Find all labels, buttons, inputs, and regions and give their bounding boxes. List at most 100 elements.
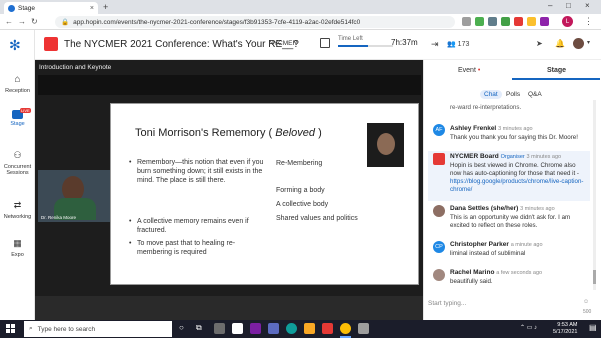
sidebar-item-label: Stage [10,121,25,127]
slide-bullet-text: Remembory—this notion that even if you b… [137,159,264,184]
message-time: a minute ago [510,242,543,248]
collapse-panel-icon[interactable]: ⇥ [431,39,439,50]
message-author: Rachel Marino a few seconds ago [450,269,542,276]
extension-icon[interactable] [462,17,471,26]
lock-icon: 🔒 [61,19,70,26]
taskbar-app-icon[interactable] [268,323,279,334]
stage-bottom-bar [35,296,423,320]
sidebar-item-label: Networking [3,214,32,220]
message-link[interactable]: https://blog.google/products/chrome/live… [450,178,583,193]
taskbar-app-icon[interactable] [232,323,243,334]
subtab-qa[interactable]: Q&A [528,91,542,98]
taskbar-clock[interactable]: 9:53 AM 5/17/2021 [553,322,577,336]
taskbar-app-icon[interactable] [214,323,225,334]
chrome-icon[interactable] [340,323,351,334]
message-text: This is an opportunity we didn't ask for… [450,214,571,229]
taskbar-app-icon[interactable] [322,323,333,334]
time-left-progress [338,45,369,47]
tab-stage[interactable]: Stage [547,67,566,74]
hopin-favicon-icon [8,4,15,12]
extension-icon[interactable] [527,17,536,26]
message-time: 3 minutes ago [526,154,562,160]
sidebar-item-reception[interactable]: ⌂ Reception [0,74,35,94]
chat-input[interactable]: Start typing... [428,300,578,307]
active-tab-indicator [512,78,600,80]
sidebar-item-expo[interactable]: ▦ Expo [0,238,35,258]
taskbar-search[interactable]: ⌕ Type here to search [24,321,172,337]
message-time: 3 minutes ago [498,126,533,132]
subtab-polls[interactable]: Polls [506,91,520,98]
message-time: 3 minutes ago [520,206,555,212]
author-name: Ashley Frenkel [450,125,497,132]
url-field[interactable]: 🔒 app.hopin.com/events/the-nycmer-2021-c… [55,16,455,28]
calendar-icon[interactable] [320,38,330,48]
sidebar-item-label: Concurrent Sessions [3,164,32,176]
avatar [433,153,445,165]
slide-bullet: • A collective memory remains even if fra… [129,218,249,234]
sidebar-item-concurrent-sessions[interactable]: ⚇ Concurrent Sessions [0,150,35,176]
organizer-name[interactable]: NYCMER [269,40,297,47]
maximize-icon[interactable]: □ [566,1,571,10]
author-name: Rachel Marino [450,269,495,276]
extension-icon[interactable] [540,17,549,26]
avatar: CP [433,241,445,253]
notifications-icon[interactable]: 🔔 [555,39,565,48]
close-window-icon[interactable]: × [585,1,590,10]
task-view-icon[interactable]: ⧉ [196,323,202,333]
back-icon[interactable]: ← [5,17,13,26]
tab-title: Stage [18,4,35,12]
tab-event-label: Event [458,67,476,74]
chat-scrollbar[interactable] [593,100,596,290]
slide-bullet: • To move past that to healing re-memberi… [129,240,236,256]
browser-menu-icon[interactable]: ⋮ [584,16,593,27]
home-icon: ⌂ [14,74,21,85]
reload-icon[interactable]: ↻ [31,17,38,26]
stage-top-band [38,75,421,95]
message-author: Dana Settles (she/her) 3 minutes ago [450,205,555,212]
sidebar-item-networking[interactable]: ⇄ Networking [0,200,35,220]
windows-start-icon[interactable] [6,324,15,333]
subtab-chat[interactable]: Chat [480,90,502,99]
clock-time: 9:53 AM [557,322,578,328]
extension-icon[interactable] [501,17,510,26]
avatar: AF [433,124,445,136]
search-icon: ⌕ [29,325,33,332]
extension-icon[interactable] [514,17,523,26]
cortana-icon[interactable]: ○ [179,323,184,332]
author-photo [367,123,404,167]
scroll-thumb[interactable] [593,270,596,284]
extension-icon[interactable] [475,17,484,26]
unread-dot: • [477,67,481,74]
author-name: Dana Settles (she/her) [450,205,519,212]
slide-title-italic: Beloved [275,127,316,139]
new-tab-button[interactable]: + [103,2,108,12]
slide-bullet-text: A collective memory remains even if frac… [137,218,249,234]
minimize-icon[interactable]: – [548,1,552,10]
notification-center-icon[interactable]: ▤ [589,323,597,332]
chevron-down-icon[interactable]: ▾ [587,39,590,46]
slide-bullet-text: To move past that to healing re-memberin… [137,240,236,256]
time-left-label: Time Left [338,36,363,42]
live-badge: LIVE [20,108,31,113]
edge-icon[interactable] [286,323,297,334]
close-tab-icon[interactable]: × [90,5,94,12]
taskbar-app-icon[interactable] [358,323,369,334]
message-text: Hopin is best viewed in Chrome. Chrome a… [450,162,585,194]
extension-icon[interactable] [488,17,497,26]
taskbar-app-icon[interactable] [250,323,261,334]
tab-event[interactable]: Event • [458,67,480,74]
file-explorer-icon[interactable] [304,323,315,334]
forward-icon[interactable]: → [18,17,26,26]
message-text: Thank you thank you for saying this Dr. … [450,134,578,141]
send-icon[interactable]: ➤ [536,39,543,48]
attendees[interactable]: 👥 173 [447,40,469,48]
profile-avatar[interactable]: L [562,16,573,27]
author-face [377,133,395,155]
emoji-icon[interactable]: ☺ [583,299,589,305]
stage-segment-title: Introduction and Keynote [39,64,112,71]
slide-title-main: Toni Morrison's Rememory ( [135,127,273,139]
browser-tab[interactable]: Stage × [4,2,98,14]
tray-icons[interactable]: ⌃ ▭ ♪ [520,324,537,331]
slide-right-item: Re-Membering [276,160,323,167]
user-avatar[interactable] [573,38,584,49]
